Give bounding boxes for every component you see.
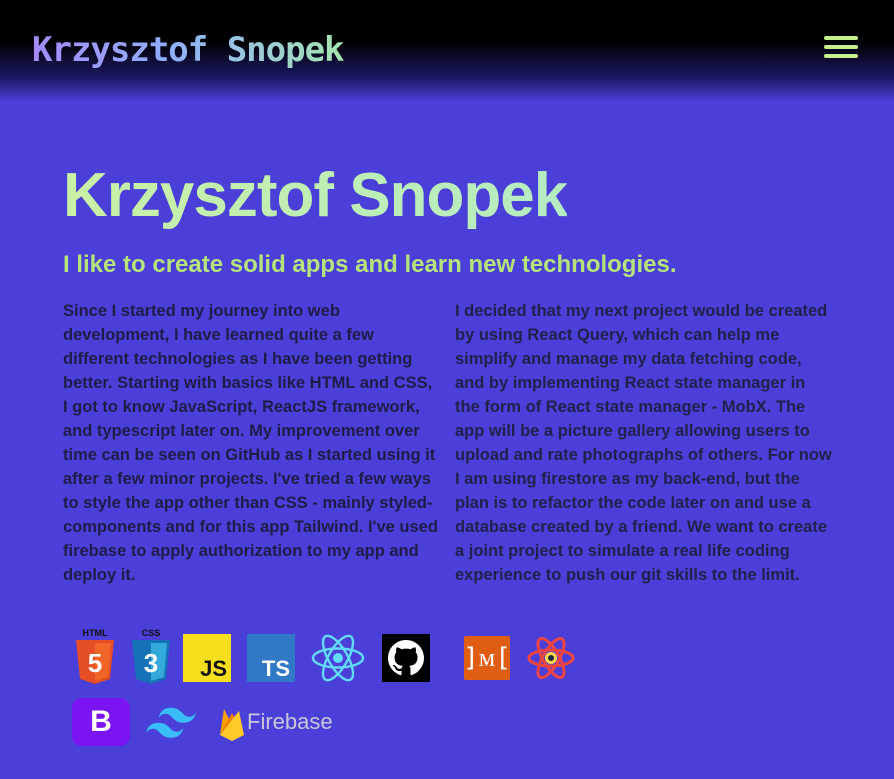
about-right-paragraph: I decided that my next project would be … [455,302,832,584]
svg-text:HTML: HTML [83,628,108,638]
svg-text:CSS: CSS [142,628,161,638]
svg-text:3: 3 [144,648,158,678]
typescript-icon: TS [247,634,295,682]
page-title: Krzysztof Snopek [63,161,568,230]
bootstrap-icon: B [72,698,130,746]
brand-logo[interactable]: Krzysztof Snopek [32,30,345,70]
github-icon [382,634,430,682]
react-icon [310,632,366,684]
hamburger-menu-icon[interactable] [824,36,858,62]
javascript-icon: JS [183,634,231,682]
mobx-icon: ]ᴍ[ [463,636,511,680]
firebase-icon [218,704,246,742]
firebase-label: Firebase [247,709,333,734]
top-navbar: Krzysztof Snopek [0,0,894,102]
svg-text:5: 5 [88,648,102,678]
css3-icon: CSS 3 [130,627,172,685]
tailwind-icon [146,705,196,741]
page-subtitle: I like to create solid apps and learn ne… [63,251,677,278]
about-left-paragraph: Since I started my journey into web deve… [63,302,438,584]
html5-icon: HTML 5 [74,627,116,685]
react-query-icon [526,634,576,682]
